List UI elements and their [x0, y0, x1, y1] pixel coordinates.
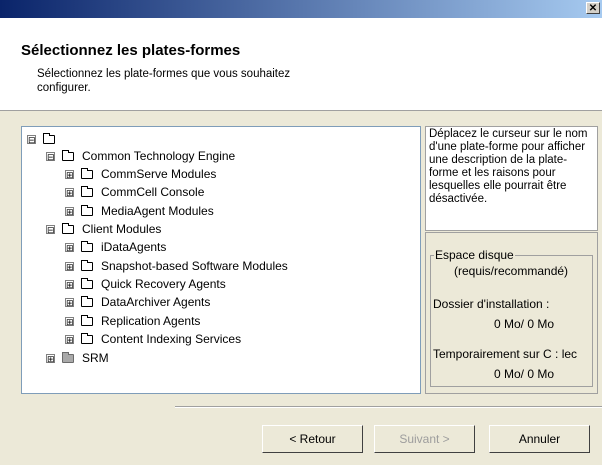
expand-icon[interactable]: ⊞	[65, 207, 74, 217]
folder-icon	[62, 352, 74, 364]
tree-item-label: Quick Recovery Agents	[101, 277, 226, 291]
tree-item-quick-recovery-agents[interactable]: ⊞ Quick Recovery Agents	[65, 275, 226, 293]
tree-item-srm[interactable]: ⊞ SRM	[46, 349, 109, 367]
platform-tree[interactable]: ⊟ ⊟ Common Technology Engine ⊞ CommServe M…	[21, 126, 421, 394]
tree-item-label: Snapshot-based Software Modules	[101, 259, 288, 273]
expand-icon[interactable]: ⊞	[65, 317, 74, 327]
expand-icon[interactable]: ⊞	[65, 188, 74, 198]
page-subtitle: Sélectionnez les plate-formes que vous s…	[37, 68, 291, 94]
temp-space-value: 0 Mo/ 0 Mo	[494, 367, 555, 381]
install-folder-value: 0 Mo/ 0 Mo	[494, 317, 555, 331]
tree-item-content-indexing-services[interactable]: ⊞ Content Indexing Services	[65, 330, 241, 348]
title-bar: ✕	[0, 0, 602, 18]
tree-item-label: SRM	[82, 351, 109, 365]
page-title: Sélectionnez les plates-formes	[21, 42, 241, 59]
collapse-icon[interactable]: ⊟	[46, 225, 55, 235]
separator	[175, 406, 602, 408]
folder-icon	[62, 150, 74, 162]
tree-item-label: Common Technology Engine	[82, 149, 236, 163]
tree-item-label: Content Indexing Services	[101, 332, 242, 346]
expand-icon[interactable]: ⊞	[65, 280, 74, 290]
tree-item-label: iDataAgents	[101, 240, 167, 254]
expand-icon[interactable]: ⊞	[65, 170, 74, 180]
folder-icon	[81, 241, 93, 253]
next-button[interactable]: Suivant >	[374, 425, 475, 453]
collapse-icon[interactable]: ⊟	[27, 135, 36, 145]
tree-item-commserve-modules[interactable]: ⊞ CommServe Modules	[65, 165, 216, 183]
expand-icon[interactable]: ⊞	[65, 298, 74, 308]
tree-root[interactable]: ⊟	[27, 130, 63, 148]
tree-item-replication-agents[interactable]: ⊞ Replication Agents	[65, 312, 200, 330]
temp-space-label: Temporairement sur C : lec	[433, 347, 578, 361]
tree-item-client-modules[interactable]: ⊟ Client Modules	[46, 220, 161, 238]
tree-item-label: Client Modules	[82, 222, 162, 236]
expand-icon[interactable]: ⊞	[65, 262, 74, 272]
disk-space-panel: Espace disque (requis/recommandé) Dossie…	[425, 232, 598, 394]
expand-icon[interactable]: ⊞	[65, 335, 74, 345]
tree-item-label: DataArchiver Agents	[101, 295, 211, 309]
close-button[interactable]: ✕	[586, 2, 600, 14]
disk-space-group: Espace disque (requis/recommandé) Dossie…	[430, 248, 593, 387]
folder-icon	[43, 133, 55, 145]
header-panel: Sélectionnez les plates-formes Sélection…	[0, 18, 602, 111]
install-folder-label: Dossier d'installation :	[433, 297, 550, 311]
collapse-icon[interactable]: ⊟	[46, 152, 55, 162]
disk-space-legend: Espace disque	[434, 248, 515, 262]
tree-item-idataagents[interactable]: ⊞ iDataAgents	[65, 238, 166, 256]
folder-icon	[81, 186, 93, 198]
tree-item-snapshot-based-software-modules[interactable]: ⊞ Snapshot-based Software Modules	[65, 257, 288, 275]
disk-space-subtitle: (requis/recommandé)	[454, 264, 569, 278]
close-icon: ✕	[588, 3, 598, 14]
tree-item-label: CommCell Console	[101, 185, 205, 199]
folder-icon	[81, 296, 93, 308]
folder-icon	[81, 205, 93, 217]
description-panel: Déplacez le curseur sur le nom d'une pla…	[425, 126, 598, 231]
tree-item-mediaagent-modules[interactable]: ⊞ MediaAgent Modules	[65, 202, 214, 220]
tree-item-commcell-console[interactable]: ⊞ CommCell Console	[65, 183, 204, 201]
folder-icon	[81, 315, 93, 327]
expand-icon[interactable]: ⊞	[46, 354, 55, 364]
folder-icon	[81, 260, 93, 272]
cancel-button[interactable]: Annuler	[489, 425, 590, 453]
tree-item-common-technology-engine[interactable]: ⊟ Common Technology Engine	[46, 147, 235, 165]
description-text: Déplacez le curseur sur le nom d'une pla…	[429, 128, 588, 205]
folder-icon	[81, 168, 93, 180]
tree-item-label: MediaAgent Modules	[101, 204, 214, 218]
back-button[interactable]: < Retour	[262, 425, 363, 453]
folder-icon	[62, 223, 74, 235]
expand-icon[interactable]: ⊞	[65, 243, 74, 253]
folder-icon	[81, 278, 93, 290]
tree-item-dataarchiver-agents[interactable]: ⊞ DataArchiver Agents	[65, 293, 210, 311]
tree-item-label: Replication Agents	[101, 314, 201, 328]
tree-item-label: CommServe Modules	[101, 167, 217, 181]
folder-icon	[81, 333, 93, 345]
